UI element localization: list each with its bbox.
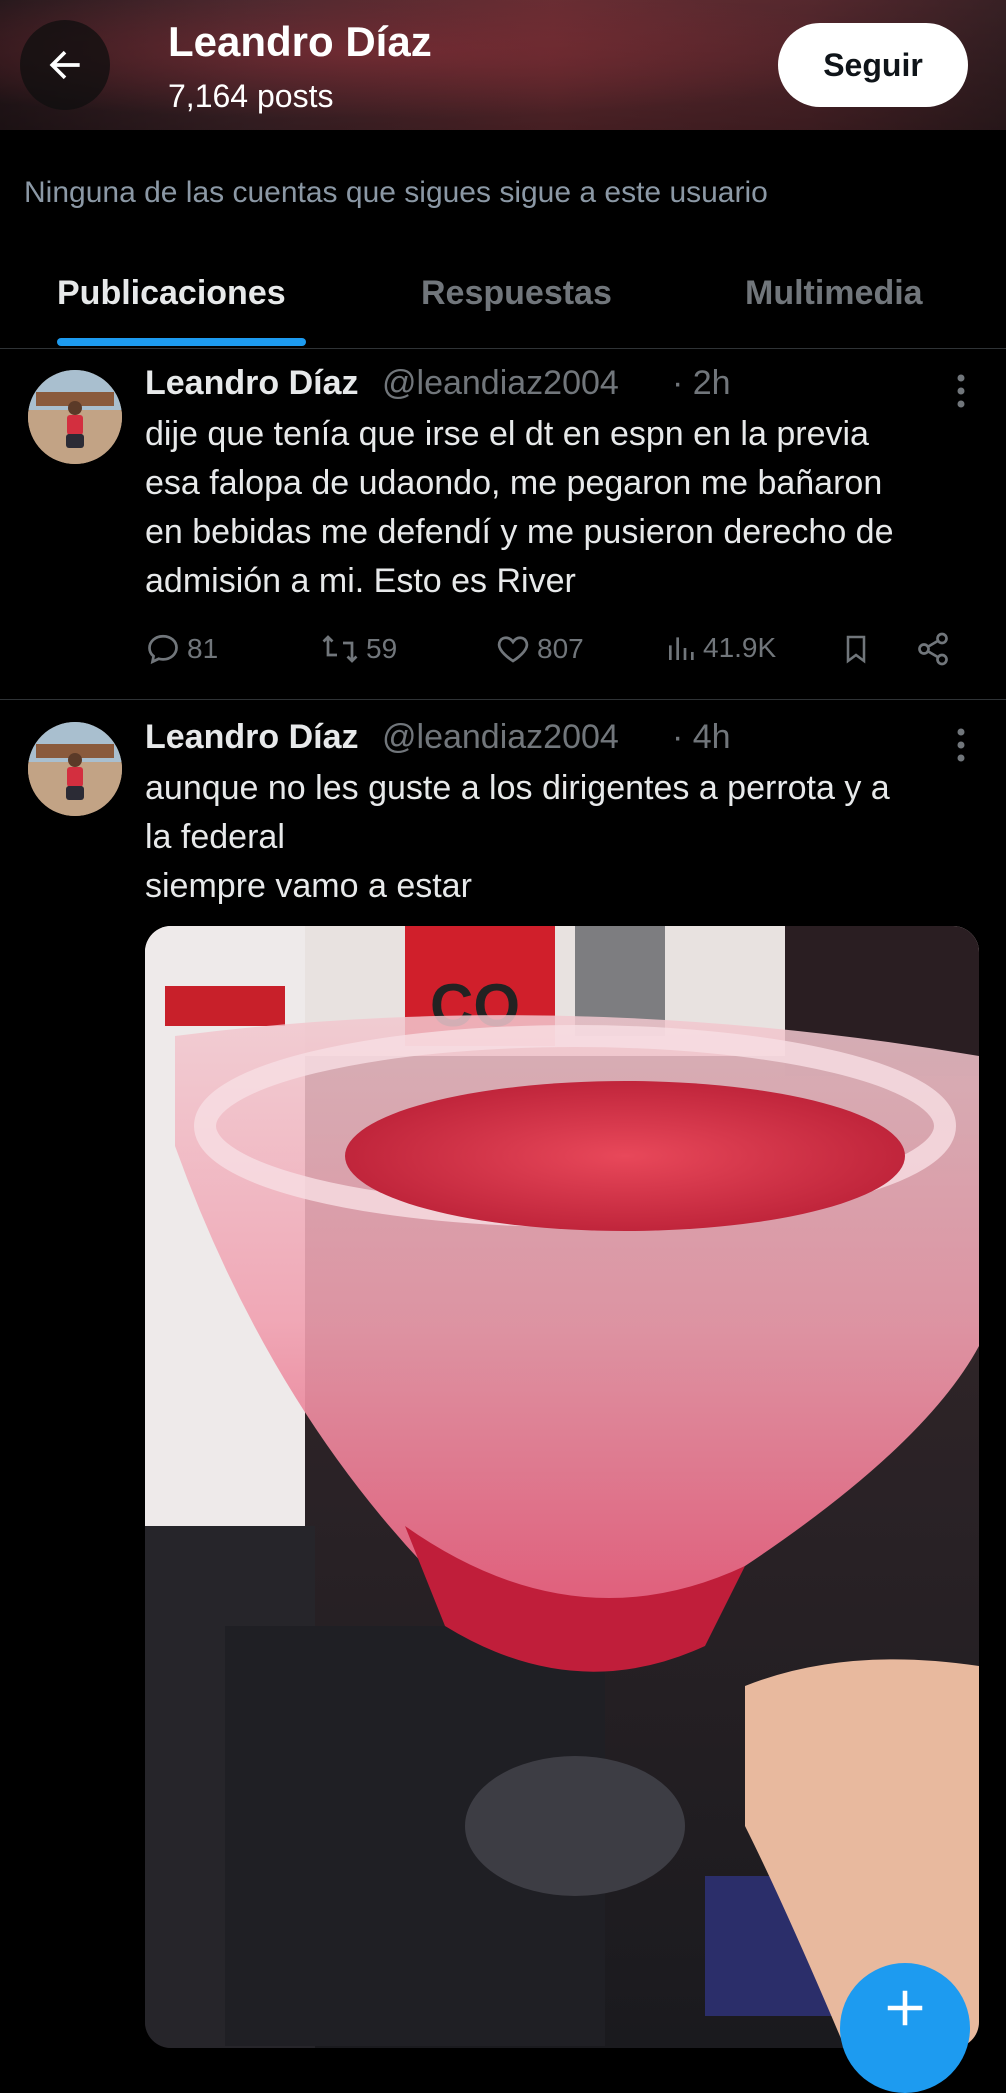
tweet-text-line: dije que tenía que irse el dt en espn en… [145,415,869,453]
tweet[interactable]: Leandro Díaz @leandiaz2004 · 2h dije que… [0,348,1006,700]
like-button[interactable]: 807 [495,631,584,667]
tweet-time[interactable]: · 2h [672,364,731,403]
profile-header: Leandro Díaz 7,164 posts Seguir [0,0,1006,130]
repost-icon [322,635,358,663]
follow-context-text: Ninguna de las cuentas que sigues sigue … [24,176,768,209]
profile-name: Leandro Díaz [168,18,432,65]
author-name[interactable]: Leandro Díaz [145,718,358,757]
author-name[interactable]: Leandro Díaz [145,364,358,403]
arrow-left-icon [49,50,80,80]
more-vertical-icon[interactable] [956,374,966,408]
avatar[interactable] [28,370,122,464]
tab-multimedia[interactable]: Multimedia [745,274,923,313]
share-button[interactable] [915,631,951,667]
tweet-text-line: siempre vamo a estar [145,867,472,905]
like-count: 807 [537,633,584,664]
bookmark-icon [846,635,866,664]
views-button[interactable]: 41.9K [665,631,776,665]
active-tab-indicator [57,338,306,346]
tweet-text-line: esa falopa de udaondo, me pegaron me bañ… [145,464,883,502]
compose-button[interactable] [840,1963,970,2093]
avatar-photo [28,370,122,464]
heart-icon [497,636,529,663]
more-vertical-icon[interactable] [956,728,966,762]
tweet-text-line: admisión a mi. Esto es River [145,562,576,600]
tweet-text: dije que tenía que irse el dt en espn en… [145,410,985,606]
back-button[interactable] [20,20,110,110]
tab-respuestas[interactable]: Respuestas [421,274,612,313]
repost-count: 59 [366,633,398,664]
share-icon [918,632,948,666]
bar-chart-icon [669,637,694,660]
repost-button[interactable]: 59 [320,631,397,667]
follow-button[interactable]: Seguir [778,23,968,107]
tweet-text: aunque no les guste a los dirigentes a p… [145,764,985,911]
author-handle[interactable]: @leandiaz2004 [382,718,619,757]
tweet-text-line: la federal [145,818,285,856]
bookmark-button[interactable] [840,631,872,667]
reply-button[interactable]: 81 [145,631,218,667]
tweet-actions: 81 59 807 41.9K [145,631,985,671]
tweet-time[interactable]: · 4h [672,718,731,757]
avatar[interactable] [28,722,122,816]
tweet-text-line: aunque no les guste a los dirigentes a p… [145,769,890,807]
tweet-media-image[interactable]: CO [145,926,979,2048]
view-count: 41.9K [703,632,777,663]
avatar-photo [28,722,122,816]
comment-icon [148,634,178,665]
tweet-text-line: en bebidas me defendí y me pusieron dere… [145,513,894,551]
tab-publicaciones[interactable]: Publicaciones [57,274,286,313]
reply-count: 81 [187,633,219,664]
drink-photo: CO [145,926,979,2048]
plus-icon [887,1990,923,2026]
post-count: 7,164 posts [168,78,334,114]
author-handle[interactable]: @leandiaz2004 [382,364,619,403]
profile-tabs: Publicaciones Respuestas Multimedia [0,260,1006,349]
